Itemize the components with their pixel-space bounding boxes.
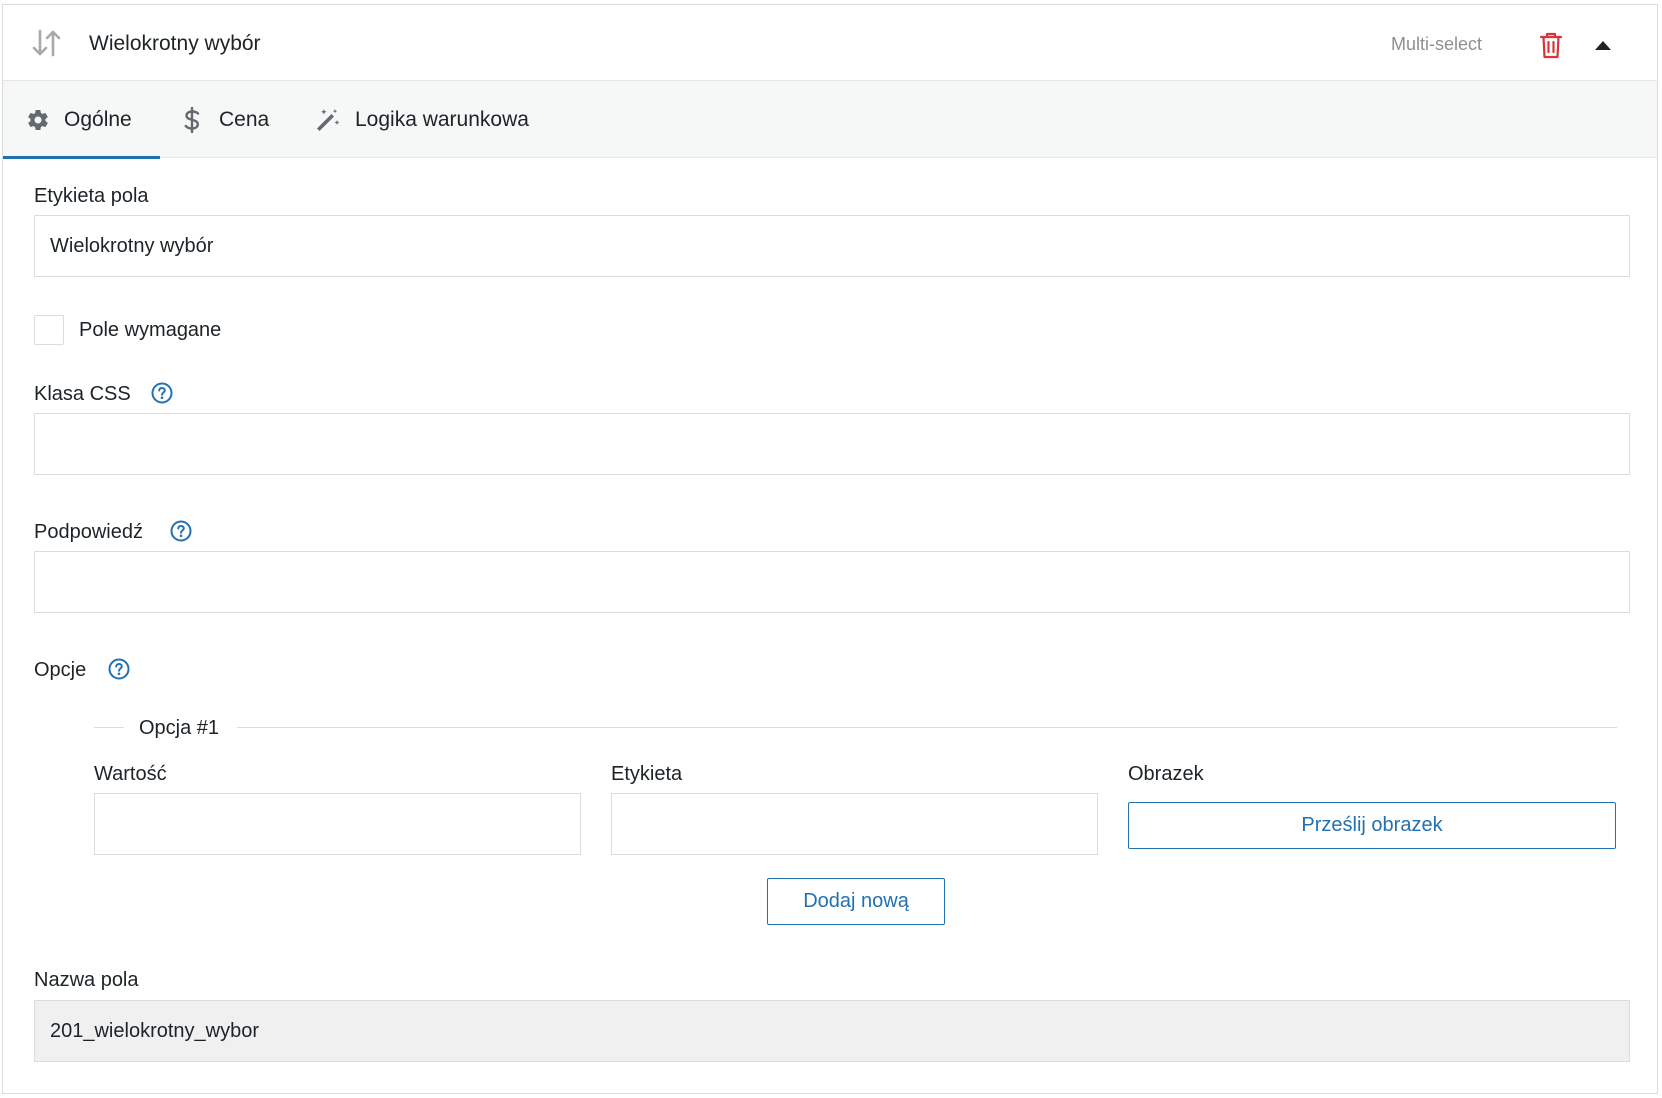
hint-input[interactable] — [34, 551, 1630, 613]
help-icon[interactable] — [170, 520, 192, 542]
options-label: Opcje — [34, 659, 87, 681]
field-label-label: Etykieta pola — [34, 185, 149, 207]
field-title: Wielokrotny wybór — [89, 32, 261, 55]
tab-general[interactable]: Ogólne — [3, 81, 160, 159]
caret-up-icon[interactable] — [1594, 38, 1612, 52]
help-icon[interactable] — [151, 382, 173, 404]
field-panel: Wielokrotny wybór Multi-select Ogólne Ce… — [2, 4, 1658, 1094]
fieldset-divider — [94, 727, 124, 728]
tab-label: Logika warunkowa — [355, 107, 529, 131]
magic-wand-icon — [317, 108, 340, 131]
field-type-label: Multi-select — [1391, 34, 1483, 54]
tab-price[interactable]: Cena — [183, 81, 269, 158]
fieldset-divider — [237, 727, 1617, 728]
field-name-input[interactable] — [34, 1000, 1630, 1062]
gear-icon — [28, 109, 48, 130]
tab-conditional-logic[interactable]: Logika warunkowa — [315, 81, 529, 158]
add-option-button[interactable]: Dodaj nową — [767, 878, 945, 925]
field-name-label: Nazwa pola — [34, 969, 139, 991]
option-image-label: Obrazek — [1128, 763, 1204, 785]
tab-label: Cena — [219, 107, 270, 131]
hint-label: Podpowiedź — [34, 521, 143, 543]
trash-icon[interactable] — [1539, 31, 1563, 59]
required-checkbox[interactable] — [34, 315, 64, 345]
sort-arrows-icon[interactable] — [31, 27, 61, 59]
css-class-label: Klasa CSS — [34, 383, 131, 405]
option-legend: Opcja #1 — [139, 717, 220, 739]
required-label: Pole wymagane — [79, 319, 222, 341]
css-class-input[interactable] — [34, 413, 1630, 475]
option-value-input[interactable] — [94, 793, 581, 855]
help-icon[interactable] — [108, 658, 130, 680]
option-value-label: Wartość — [94, 763, 167, 785]
option-label-input[interactable] — [611, 793, 1098, 855]
field-label-input[interactable] — [34, 215, 1630, 277]
tab-bar: Ogólne Cena Logika warunkowa — [3, 81, 1657, 159]
tab-label: Ogólne — [64, 107, 132, 131]
dollar-icon — [184, 106, 200, 133]
field-header[interactable]: Wielokrotny wybór Multi-select — [3, 5, 1657, 81]
upload-image-button[interactable]: Prześlij obrazek — [1128, 802, 1616, 849]
option-label-label: Etykieta — [611, 763, 683, 785]
